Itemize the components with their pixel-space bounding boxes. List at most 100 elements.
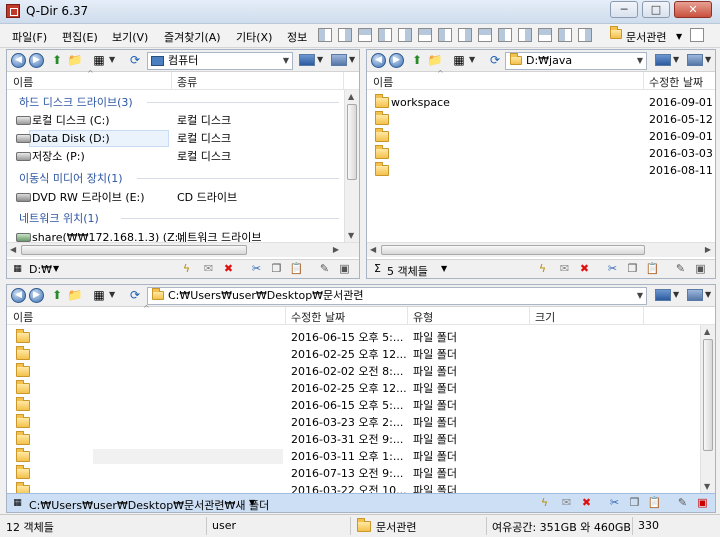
chevron-down-icon[interactable]: ▼ [349,55,355,64]
delete-icon[interactable]: ✖ [221,262,236,276]
up-arrow-icon[interactable]: ⬆ [49,53,65,68]
chevron-down-icon[interactable]: ▼ [637,53,643,69]
col-name[interactable]: 이름 [373,74,393,90]
paste-icon[interactable]: 📋 [289,262,304,276]
chevron-down-icon[interactable]: ▼ [109,290,115,299]
rename-icon[interactable]: ✎ [673,262,688,276]
scroll-left-icon[interactable]: ◀ [10,245,16,254]
layout-icon[interactable] [438,28,452,42]
list-item[interactable]: 2016-05-12 : [367,111,715,128]
folder-icon[interactable]: 📁 [427,53,443,68]
col-name[interactable]: 이름 [13,309,33,325]
view-mode-icon[interactable]: ▦ [91,288,107,303]
scroll-thumb[interactable] [347,104,357,180]
copy-icon[interactable] [690,28,704,42]
left-status-path[interactable]: D:₩ [29,263,52,276]
scroll-up-icon[interactable]: ▲ [348,92,354,101]
column-icon[interactable] [687,289,703,301]
chevron-down-icon[interactable]: ▼ [249,498,255,507]
rename-icon[interactable]: ✎ [317,262,332,276]
rename-icon[interactable]: ✎ [675,496,690,510]
right-horizontal-scrollbar[interactable]: ◀ ▶ [367,242,715,257]
table-row[interactable]: 2016-03-11 오후 1:... 파일 폴더 [7,448,715,465]
forward-icon[interactable]: ▶ [389,53,404,68]
chevron-down-icon[interactable]: ▼ [283,53,289,69]
cut-icon[interactable]: ✂ [607,496,622,510]
paste-icon[interactable]: 📋 [647,496,662,510]
scroll-left-icon[interactable]: ◀ [370,245,376,254]
mail-icon[interactable]: ✉ [201,262,216,276]
scroll-up-icon[interactable]: ▲ [704,327,710,336]
chevron-down-icon[interactable]: ▼ [441,264,447,273]
menu-info[interactable]: 정보 [287,29,307,45]
mail-icon[interactable]: ✉ [559,496,574,510]
delete-icon[interactable]: ✖ [577,262,592,276]
cut-icon[interactable]: ✂ [605,262,620,276]
list-item[interactable]: 2016-09-01 : [367,128,715,145]
menu-view[interactable]: 보기(V) [112,29,148,45]
mail-icon[interactable]: ✉ [557,262,572,276]
delete-icon[interactable]: ✖ [579,496,594,510]
bottom-vertical-scrollbar[interactable]: ▲ ▼ [700,325,715,493]
chevron-down-icon[interactable]: ▼ [676,32,682,41]
table-row[interactable]: 2016-03-31 오전 9:... 파일 폴더 [7,431,715,448]
right-status-count[interactable]: 5 객체들 [387,263,428,278]
left-horizontal-scrollbar[interactable]: ◀ ▶ [7,242,359,257]
copy-icon[interactable]: ❐ [269,262,284,276]
chevron-down-icon[interactable]: ▼ [469,55,475,64]
list-item[interactable]: 2016-08-11 : [367,162,715,179]
view-mode-icon[interactable]: ▦ [451,53,467,68]
lightning-icon[interactable]: ϟ [535,262,550,276]
list-item[interactable]: DVD RW 드라이브 (E:) CD 드라이브 [7,189,359,206]
layout-icon[interactable] [558,28,572,42]
chevron-down-icon[interactable]: ▼ [53,264,59,273]
back-icon[interactable]: ◀ [11,53,26,68]
forward-icon[interactable]: ▶ [29,53,44,68]
minimize-button[interactable]: ─ [610,1,638,18]
properties-icon[interactable]: ▣ [693,262,708,276]
menu-file[interactable]: 파일(F) [12,29,47,45]
dual-view-icon[interactable] [338,28,352,42]
right-address-bar[interactable]: D:₩java ▼ [505,52,647,70]
column-icon[interactable] [687,54,703,66]
lightning-icon[interactable]: ϟ [179,262,194,276]
layout-icon[interactable] [538,28,552,42]
forward-icon[interactable]: ▶ [29,288,44,303]
group-network[interactable]: 네트워크 위치(1) [7,210,359,227]
quad-view-icon[interactable] [318,28,332,42]
chevron-down-icon[interactable]: ▼ [317,55,323,64]
list-icon[interactable]: ▦ [10,496,25,510]
table-row[interactable]: 2016-06-15 오후 5:... 파일 폴더 [7,397,715,414]
table-row[interactable]: 2016-02-25 오후 12... 파일 폴더 [7,380,715,397]
col-size[interactable]: 크기 [535,309,555,325]
scroll-thumb[interactable] [21,245,247,255]
table-row[interactable]: 2016-02-25 오후 12... 파일 폴더 [7,346,715,363]
layout-icon[interactable] [578,28,592,42]
scroll-right-icon[interactable]: ▶ [705,245,711,254]
menu-favorites[interactable]: 즐겨찾기(A) [164,29,221,45]
up-arrow-icon[interactable]: ⬆ [49,288,65,303]
layout-icon[interactable] [498,28,512,42]
refresh-icon[interactable]: ⟳ [127,53,143,68]
paste-icon[interactable]: 📋 [645,262,660,276]
scroll-down-icon[interactable]: ▼ [348,231,354,240]
up-arrow-icon[interactable]: ⬆ [409,53,425,68]
group-hdd[interactable]: 하드 디스크 드라이브(3) [7,94,359,111]
lightning-icon[interactable]: ϟ [537,496,552,510]
refresh-icon[interactable]: ⟳ [127,288,143,303]
table-row[interactable]: 2016-02-02 오전 8:... 파일 폴더 [7,363,715,380]
left-address-bar[interactable]: 컴퓨터 ▼ [147,52,293,70]
properties-icon[interactable]: ▣ [695,496,710,510]
col-name[interactable]: 이름 [13,74,33,90]
col-date[interactable]: 수정한 날짜 [291,309,345,325]
folder-icon[interactable]: 📁 [67,53,83,68]
column-icon[interactable] [331,54,347,66]
table-row[interactable]: 2016-07-13 오전 9:... 파일 폴더 [7,465,715,482]
chevron-down-icon[interactable]: ▼ [637,288,643,304]
table-row[interactable]: 2016-06-15 오후 5:... 파일 폴더 [7,329,715,346]
col-date[interactable]: 수정한 날짜 [649,74,703,90]
layout-icon[interactable] [478,28,492,42]
chevron-down-icon[interactable]: ▼ [109,55,115,64]
layout-icon[interactable] [458,28,472,42]
layout-icon[interactable] [398,28,412,42]
